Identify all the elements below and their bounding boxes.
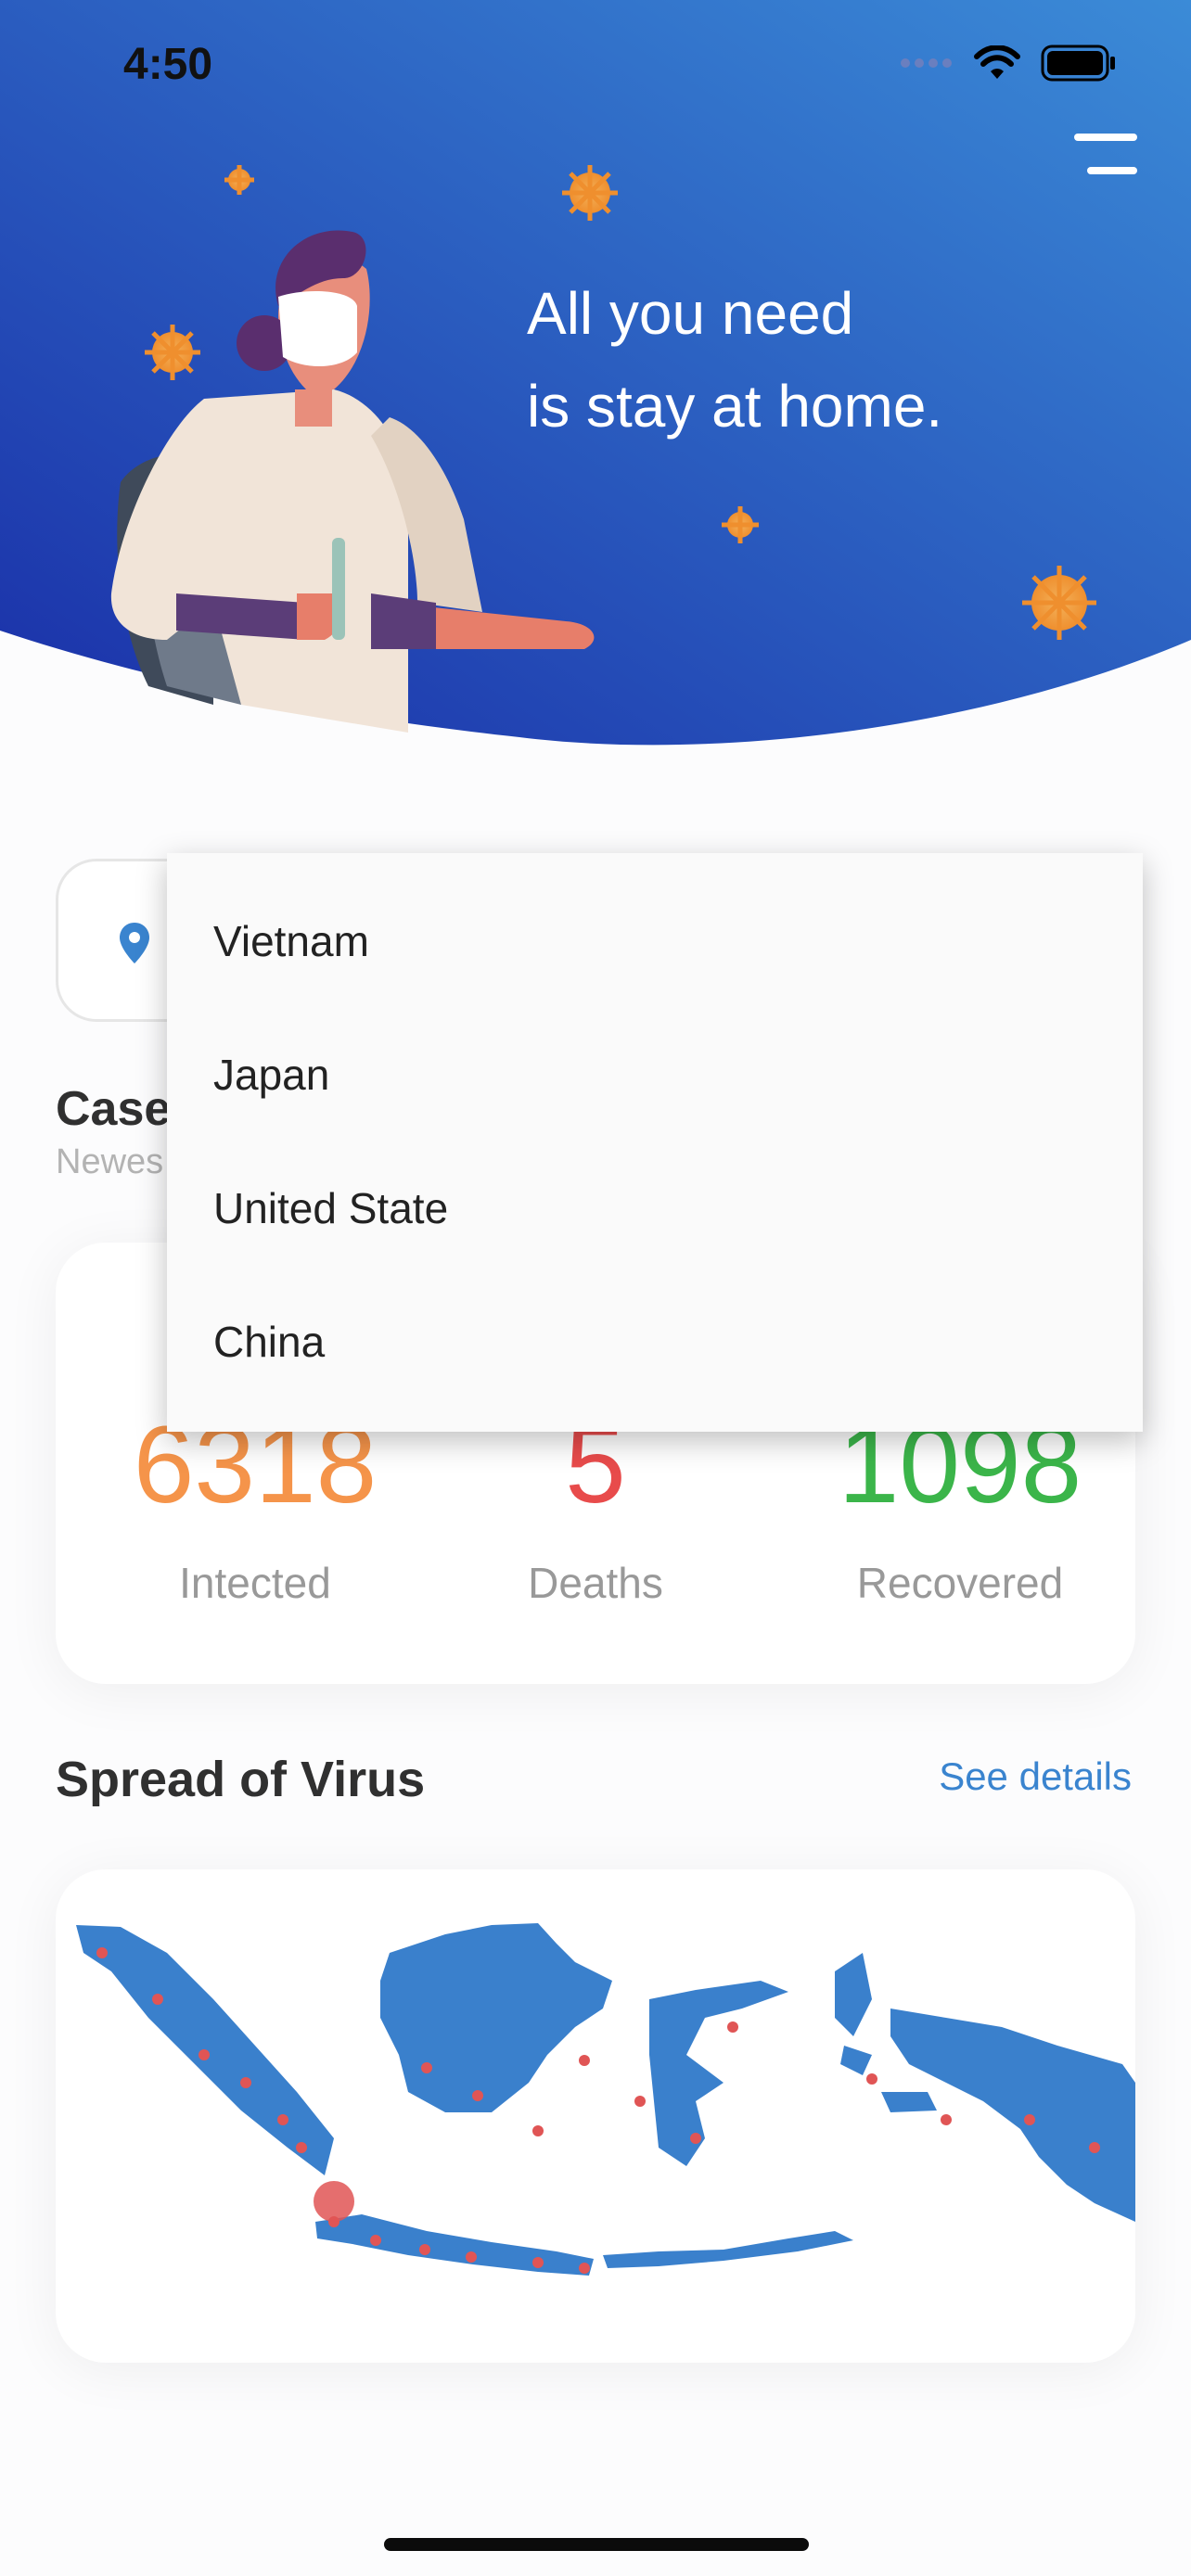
stat-recovered: 1098 Recovered [779,1409,1141,1608]
wifi-icon [974,45,1020,79]
stat-deaths: 5 Deaths [415,1409,776,1608]
dropdown-option[interactable]: China [213,1317,325,1367]
see-details-link[interactable]: See details [939,1754,1132,1799]
dropdown-option[interactable]: Vietnam [213,916,369,966]
battery-icon [1041,45,1115,82]
cases-subtitle: Newes [56,1142,164,1181]
hero-headline: All you need is stay at home. [527,267,1046,453]
status-time: 4:50 [123,40,213,89]
stat-label: Deaths [528,1559,663,1607]
status-icons [900,45,1117,82]
hero-line-1: All you need [527,280,854,347]
dropdown-option[interactable]: Japan [213,1050,329,1100]
signal-icon [901,58,952,68]
spread-map-card [56,1869,1135,2363]
dropdown-option[interactable]: United State [213,1183,448,1233]
indonesia-map [76,1923,1135,2276]
hero-line-2: is stay at home. [527,373,943,440]
stat-infected: 6318 Intected [74,1409,436,1608]
hamburger-menu-icon[interactable] [1067,134,1137,176]
cases-title: Case [56,1082,172,1136]
stat-label: Intected [179,1559,331,1607]
spread-title: Spread of Virus [56,1752,426,1807]
country-dropdown-menu: Vietnam Japan United State China [167,853,1143,1432]
home-indicator [384,2538,809,2551]
hero-banner: 4:50 All you need is stay at home. [0,0,1191,760]
stat-label: Recovered [856,1559,1064,1607]
location-pin-icon [120,923,149,963]
